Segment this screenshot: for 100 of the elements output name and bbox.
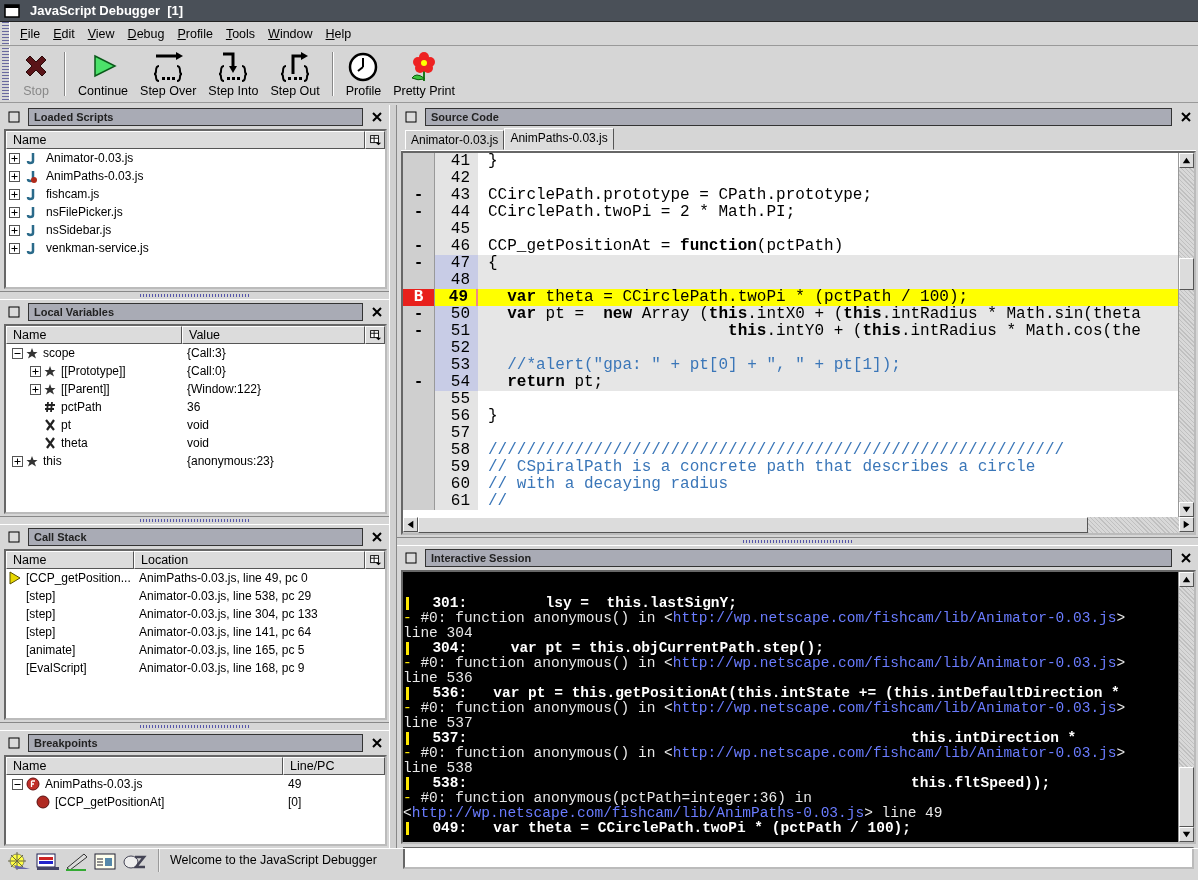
toolbar-grip[interactable] <box>2 48 10 100</box>
gutter-cell[interactable] <box>403 493 435 510</box>
collapse-icon[interactable] <box>12 778 23 790</box>
expand-icon[interactable] <box>30 383 41 395</box>
variable-name[interactable]: this <box>41 454 62 468</box>
toolbar-button[interactable]: Step Over <box>134 48 203 100</box>
script-name[interactable]: venkman-service.js <box>44 241 149 255</box>
variable-name[interactable]: pctPath <box>59 400 102 414</box>
variable-name[interactable]: [[Parent]] <box>59 382 110 396</box>
scrollbar-thumb[interactable] <box>1179 258 1194 290</box>
gutter-cell[interactable]: - <box>403 323 435 340</box>
scrollbar-thumb[interactable] <box>418 517 1088 533</box>
script-name[interactable]: AnimPaths-0.03.js <box>44 169 144 183</box>
link[interactable]: http://wp.netscape.com/fishcam/lib/Animator-0.03.js <box>672 700 1117 716</box>
toolbar-button[interactable]: Profile <box>339 48 388 100</box>
close-icon[interactable] <box>371 737 383 749</box>
column-header[interactable]: Name <box>6 757 283 775</box>
expand-icon[interactable] <box>9 170 20 182</box>
close-icon[interactable] <box>1180 111 1192 123</box>
vertical-scrollbar[interactable] <box>1178 153 1194 517</box>
scroll-up-icon[interactable] <box>1179 572 1194 587</box>
menu-item[interactable]: Profile <box>173 26 222 41</box>
column-picker-icon[interactable] <box>365 131 385 149</box>
scroll-down-icon[interactable] <box>1179 827 1194 842</box>
script-name[interactable]: Animator-0.03.js <box>44 151 134 165</box>
column-picker-icon[interactable] <box>365 551 385 569</box>
column-picker-icon[interactable] <box>365 326 385 344</box>
scroll-up-icon[interactable] <box>1179 153 1194 168</box>
vertical-scrollbar[interactable] <box>1178 572 1194 842</box>
close-icon[interactable] <box>371 306 383 318</box>
expand-icon[interactable] <box>30 365 41 377</box>
toolbar-button[interactable]: Continue <box>72 48 135 100</box>
expand-icon[interactable] <box>9 152 20 164</box>
breakpoint-marker[interactable]: B <box>403 289 435 306</box>
link[interactable]: http://wp.netscape.com/fishcam/lib/Animator-0.03.js <box>672 745 1117 761</box>
expand-icon[interactable] <box>9 224 20 236</box>
close-icon[interactable] <box>371 531 383 543</box>
scroll-down-icon[interactable] <box>1179 502 1194 517</box>
column-header[interactable]: Line/PC <box>283 757 385 775</box>
float-button[interactable] <box>405 552 417 564</box>
breakpoint-name[interactable]: [CCP_getPositionAt] <box>53 795 165 809</box>
frame-name[interactable]: [step] <box>24 607 56 621</box>
column-header[interactable]: Name <box>6 326 182 344</box>
mailbox-icon[interactable] <box>35 850 61 871</box>
scrollbar-thumb[interactable] <box>1179 767 1194 827</box>
collapse-icon[interactable] <box>12 347 23 359</box>
variable-name[interactable]: pt <box>59 418 71 432</box>
float-button[interactable] <box>8 531 20 543</box>
column-header[interactable]: Value <box>182 326 365 344</box>
menu-item[interactable]: File <box>16 26 50 41</box>
float-button[interactable] <box>8 111 20 123</box>
variable-name[interactable]: [[Prototype]] <box>59 364 126 378</box>
frame-name[interactable]: [animate] <box>24 643 76 657</box>
window-menu-icon[interactable] <box>4 3 20 18</box>
toolbar-button[interactable]: Step Into <box>202 48 265 100</box>
panel-splitter[interactable] <box>0 516 389 525</box>
menu-item[interactable]: Debug <box>123 26 174 41</box>
menu-item[interactable]: Window <box>264 26 322 41</box>
frame-name[interactable]: [step] <box>24 589 56 603</box>
link[interactable]: http://wp.netscape.com/fishcam/lib/Animator-0.03.js <box>672 610 1117 626</box>
float-button[interactable] <box>405 111 417 123</box>
link[interactable]: http://wp.netscape.com/fishcam/lib/AnimPaths-0.03.js <box>411 805 865 821</box>
horizontal-scrollbar[interactable] <box>403 517 1194 533</box>
menu-item[interactable]: Help <box>321 26 361 41</box>
expand-icon[interactable] <box>12 455 23 467</box>
panel-splitter[interactable] <box>0 291 389 300</box>
close-icon[interactable] <box>371 111 383 123</box>
gutter-cell[interactable] <box>403 272 435 289</box>
gutter-cell[interactable]: - <box>403 374 435 391</box>
breakpoint-name[interactable]: AnimPaths-0.03.js <box>43 777 143 791</box>
expand-icon[interactable] <box>9 188 20 200</box>
menu-item[interactable]: Edit <box>49 26 84 41</box>
panel-splitter[interactable] <box>397 537 1198 546</box>
expand-icon[interactable] <box>9 242 20 254</box>
command-input[interactable] <box>403 847 1194 869</box>
card-icon[interactable] <box>93 850 119 871</box>
toolbar-button[interactable]: Step Out <box>264 48 326 100</box>
expand-icon[interactable] <box>9 206 20 218</box>
menu-item[interactable]: Tools <box>221 26 265 41</box>
link[interactable]: http://wp.netscape.com/fishcam/lib/Animator-0.03.js <box>672 655 1117 671</box>
column-header[interactable]: Location <box>134 551 365 569</box>
gutter-cell[interactable] <box>403 153 435 170</box>
script-name[interactable]: fishcam.js <box>44 187 100 201</box>
column-header[interactable]: Name <box>6 131 365 149</box>
menu-item[interactable]: View <box>83 26 124 41</box>
frame-name[interactable]: [step] <box>24 625 56 639</box>
toolbar-grip[interactable] <box>2 22 10 45</box>
script-name[interactable]: nsFilePicker.js <box>44 205 123 219</box>
float-button[interactable] <box>8 306 20 318</box>
frame-name[interactable]: [CCP_getPosition... <box>24 571 131 585</box>
toolbar-button[interactable]: Pretty Print <box>387 48 461 100</box>
float-button[interactable] <box>8 737 20 749</box>
script-name[interactable]: nsSidebar.js <box>44 223 112 237</box>
column-header[interactable]: Name <box>6 551 134 569</box>
variable-name[interactable]: theta <box>59 436 88 450</box>
close-icon[interactable] <box>1180 552 1192 564</box>
variable-name[interactable]: scope <box>41 346 76 360</box>
gutter-cell[interactable]: - <box>403 238 435 255</box>
scroll-right-icon[interactable] <box>1179 517 1194 532</box>
gutter-cell[interactable]: - <box>403 306 435 323</box>
